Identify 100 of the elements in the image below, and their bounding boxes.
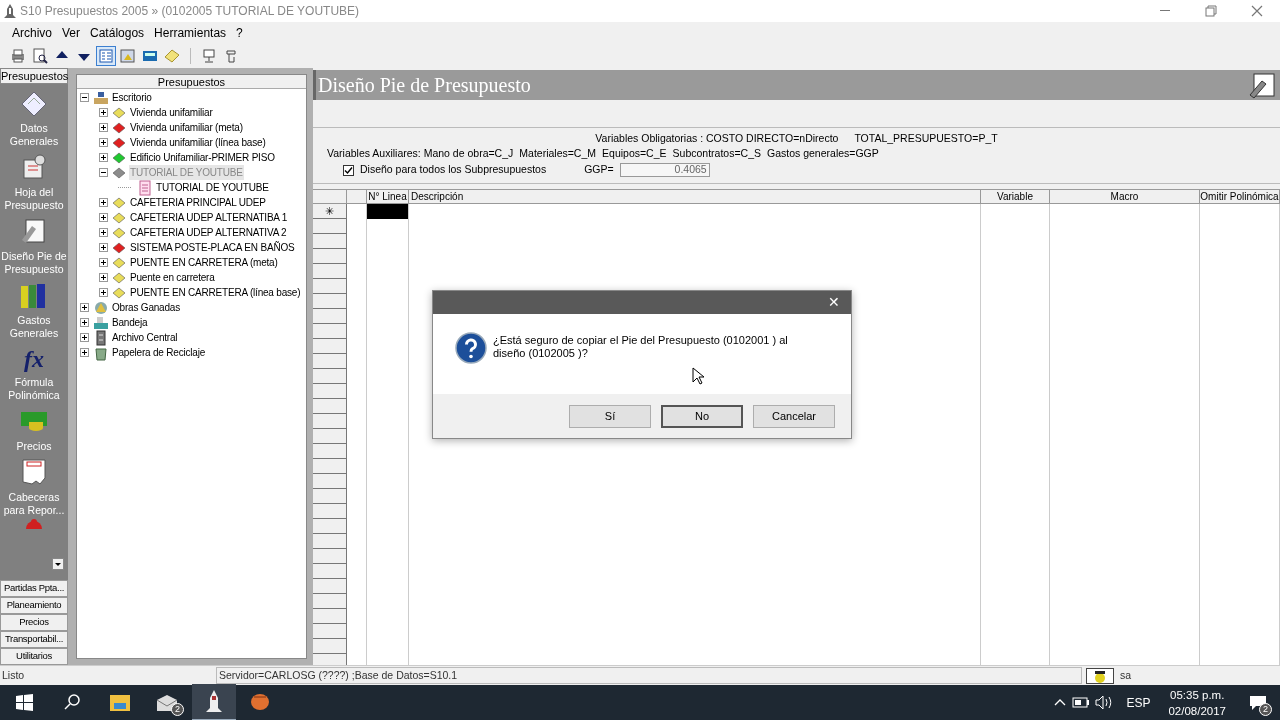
scroll-down-icon[interactable] <box>52 558 64 570</box>
cabinet-icon <box>93 329 109 346</box>
budget-icon <box>112 151 126 164</box>
expander-icon[interactable] <box>80 303 89 312</box>
menu-item[interactable]: ? <box>232 24 247 42</box>
tree-item[interactable]: Obras Ganadas <box>111 300 181 315</box>
budget-icon <box>112 196 126 209</box>
module-label[interactable]: Gastos Generales <box>1 314 67 340</box>
auxiliary-variable: Subcontratos=C_S <box>672 146 761 161</box>
checkbox-label: Diseño para todos los Subpresupuestos <box>360 162 547 178</box>
tree-item[interactable]: Papelera de Reciclaje <box>111 345 207 360</box>
tree-item[interactable]: Vivienda unifamiliar <box>129 105 214 120</box>
expander-icon[interactable] <box>99 243 108 252</box>
document-icon <box>137 179 153 196</box>
checkbox[interactable] <box>343 164 354 176</box>
expander-icon[interactable] <box>99 213 108 222</box>
row-header[interactable]: ✳ <box>313 204 346 219</box>
group-button[interactable]: Partidas Ppta... <box>0 580 68 597</box>
clock-time[interactable]: 05:35 p.m. <box>1170 686 1225 703</box>
column-header[interactable]: N° Linea <box>367 190 409 203</box>
tree-item[interactable]: Vivienda unifamiliar (meta) <box>129 120 244 135</box>
notification-badge: 2 <box>1259 703 1272 716</box>
panel-header: Presupuestos <box>77 75 306 89</box>
expander-icon[interactable] <box>80 333 89 342</box>
dialog-button[interactable]: Cancelar <box>753 404 835 428</box>
mouse-cursor-icon <box>692 367 704 385</box>
rocket-icon[interactable] <box>192 684 236 720</box>
module-label[interactable]: Fórmula Polinómica <box>1 376 67 402</box>
clock-date[interactable]: 02/08/2017 <box>1168 702 1226 719</box>
auxiliary-variable: Materiales=C_M <box>519 146 597 161</box>
status-text: Listo <box>1 667 26 683</box>
window-title: S10 Presupuestos 2005 » (0102005 TUTORIAL DE YOUTUBE) <box>20 3 360 20</box>
dialog-button[interactable]: No <box>661 404 743 428</box>
budget-icon <box>112 136 126 149</box>
tree-item[interactable]: PUENTE EN CARRETERA (meta) <box>129 255 279 270</box>
budget-icon <box>112 211 126 224</box>
formula-icon: fx <box>24 344 44 374</box>
active-cell[interactable] <box>367 204 408 219</box>
tree-item[interactable]: Edificio Unifamiliar-PRIMER PISO <box>129 150 276 165</box>
expander-icon[interactable] <box>99 153 108 162</box>
budget-icon <box>112 286 126 299</box>
tree-item[interactable]: CAFETERIA UDEP ALTERNATIVA 2 <box>129 225 288 240</box>
envelope-icon <box>156 693 180 712</box>
column-header[interactable]: Descripción <box>409 190 981 203</box>
expander-icon[interactable] <box>99 258 108 267</box>
menu-item[interactable]: Catálogos <box>86 24 149 42</box>
tree-item[interactable]: Escritorio <box>111 90 153 105</box>
module-label[interactable]: Hoja del Presupuesto <box>1 186 67 212</box>
tree-item[interactable]: SISTEMA POSTE-PLACA EN BAÑOS <box>129 240 296 255</box>
group-button[interactable]: Utilitarios <box>0 648 68 665</box>
notifications-button[interactable]: 2 <box>1236 685 1280 720</box>
expander-icon[interactable] <box>80 348 89 357</box>
column-header[interactable]: Macro <box>1050 190 1200 203</box>
expander-icon[interactable] <box>80 93 89 102</box>
expander-icon[interactable] <box>99 198 108 207</box>
expander-icon[interactable] <box>99 138 108 147</box>
budget-icon <box>112 241 126 254</box>
module-label[interactable]: Datos Generales <box>1 122 67 148</box>
tree-item[interactable]: Bandeja <box>111 315 149 330</box>
tree-item[interactable]: PUENTE EN CARRETERA (línea base) <box>129 285 302 300</box>
language-indicator[interactable]: ESP <box>1126 693 1151 712</box>
tree-item[interactable]: CAFETERIA UDEP ALTERNATIBA 1 <box>129 210 289 225</box>
menu-item[interactable]: Archivo <box>8 24 56 42</box>
budget-icon <box>112 166 126 179</box>
expander-icon[interactable] <box>99 288 108 297</box>
tree-item[interactable]: TUTORIAL DE YOUTUBE <box>155 180 270 195</box>
tree-item[interactable]: Puente en carretera <box>129 270 216 285</box>
module-label[interactable]: Diseño Pie de Presupuesto <box>1 250 67 276</box>
expander-icon[interactable] <box>99 228 108 237</box>
menu-item[interactable]: Herramientas <box>150 24 231 42</box>
budget-icon <box>112 106 126 119</box>
tree-item[interactable]: Vivienda unifamiliar (línea base) <box>129 135 267 150</box>
user-name: sa <box>1120 667 1132 683</box>
server-info: Servidor=CARLOSG (????) ;Base de Datos=S10.1 <box>216 666 1082 685</box>
user-avatar-icon <box>1086 667 1114 684</box>
expander-icon[interactable] <box>99 168 108 177</box>
auxiliary-variable: Gastos generales=GGP <box>767 146 879 161</box>
toolbar-icon[interactable] <box>30 46 50 66</box>
expander-icon[interactable] <box>99 123 108 132</box>
mail-button[interactable]: 2 <box>144 685 192 720</box>
budget-icon <box>112 226 126 239</box>
dialog-button[interactable]: Sí <box>569 404 651 428</box>
tree-item[interactable]: CAFETERIA PRINCIPAL UDEP <box>129 195 267 210</box>
column-header[interactable]: Variable <box>981 190 1050 203</box>
column-header[interactable]: Omitir Polinómica <box>1200 190 1280 203</box>
ggp-field[interactable]: 0.4065 <box>619 163 710 177</box>
group-button[interactable]: Planeamiento <box>0 597 68 614</box>
module-label[interactable]: Cabeceras para Repor... <box>1 491 67 517</box>
question-icon <box>455 332 487 364</box>
group-button[interactable]: Precios <box>0 614 68 631</box>
module-label[interactable]: Precios <box>1 440 67 453</box>
menu-item[interactable]: Ver <box>58 24 85 42</box>
expander-icon[interactable] <box>99 108 108 117</box>
expander-icon[interactable] <box>80 318 89 327</box>
tree-item[interactable]: Archivo Central <box>111 330 179 345</box>
close-button[interactable]: ✕ <box>817 291 851 314</box>
group-button[interactable]: Transportabil... <box>0 631 68 648</box>
total-variable: TOTAL_PRESUPUESTO=P_T <box>854 131 998 146</box>
panel-tab[interactable]: Presupuestos <box>0 68 68 84</box>
expander-icon[interactable] <box>99 273 108 282</box>
